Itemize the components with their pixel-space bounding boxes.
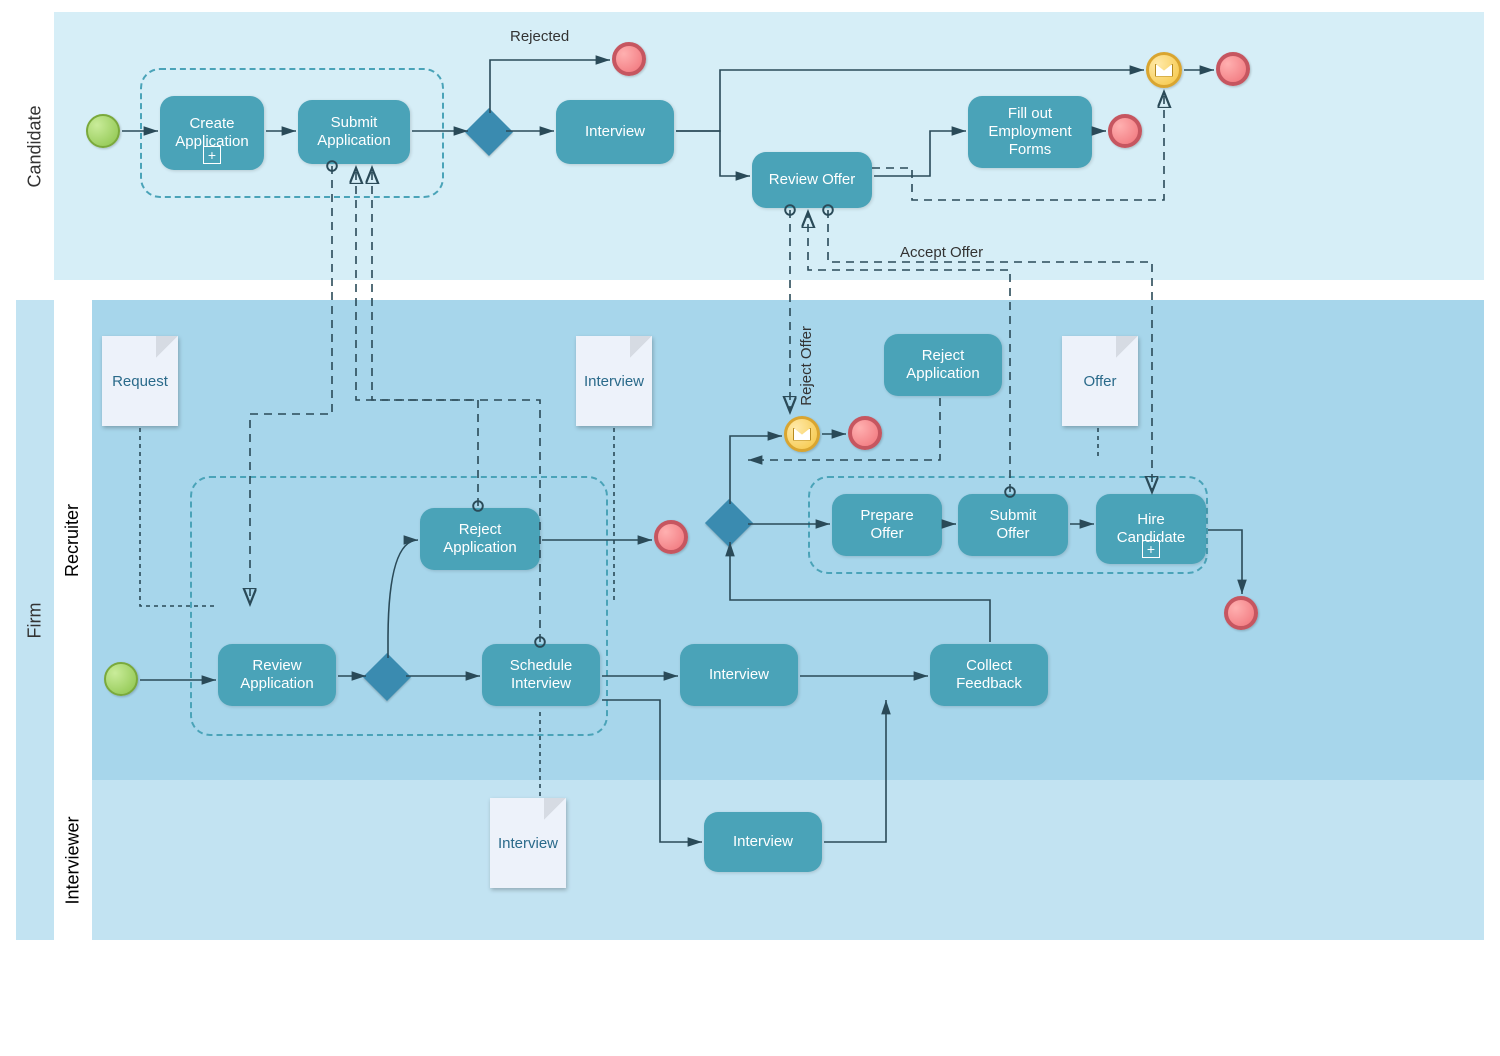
lane-label: Recruiter (63, 503, 84, 576)
pool-label: Firm (24, 602, 45, 638)
task-prepare-offer: Prepare Offer (832, 494, 942, 556)
task-create-application: Create Application (160, 96, 264, 170)
label-reject-offer: Reject Offer (798, 326, 815, 410)
task-collect-feedback: Collect Feedback (930, 644, 1048, 706)
start-event-candidate (86, 114, 120, 148)
task-hire-candidate: Hire Candidate (1096, 494, 1206, 564)
pool-header-firm: Firm (16, 300, 54, 940)
diagram-canvas: Candidate Firm Recruiter Interviewer Cre… (0, 0, 1500, 1056)
lane-label: Interviewer (63, 816, 84, 904)
data-object-request: Request (102, 336, 178, 426)
pool-label: Candidate (25, 105, 46, 187)
pool-header-candidate: Candidate (16, 12, 54, 280)
data-object-interview-top: Interview (576, 336, 652, 426)
lane-header-interviewer: Interviewer (54, 780, 92, 940)
end-event-hire (1224, 596, 1258, 630)
end-event-rejected (612, 42, 646, 76)
task-interview-interviewer: Interview (704, 812, 822, 872)
task-submit-application: Submit Application (298, 100, 410, 164)
end-event-msg-candidate (1216, 52, 1250, 86)
start-event-recruiter (104, 662, 138, 696)
lane-header-recruiter: Recruiter (54, 300, 92, 780)
task-review-offer: Review Offer (752, 152, 872, 208)
data-object-offer: Offer (1062, 336, 1138, 426)
end-event-reject-offer (848, 416, 882, 450)
end-event-reject-recruiter (654, 520, 688, 554)
task-reject-application-firm: Reject Application (884, 334, 1002, 396)
task-interview-recruiter: Interview (680, 644, 798, 706)
subprocess-marker-icon (203, 146, 221, 164)
data-object-interview-bottom: Interview (490, 798, 566, 888)
task-review-application: Review Application (218, 644, 336, 706)
label-rejected: Rejected (510, 28, 569, 45)
message-event-candidate (1146, 52, 1182, 88)
task-interview-candidate: Interview (556, 100, 674, 164)
task-fill-forms: Fill out Employment Forms (968, 96, 1092, 168)
end-event-forms (1108, 114, 1142, 148)
message-event-reject-offer (784, 416, 820, 452)
task-schedule-interview: Schedule Interview (482, 644, 600, 706)
subprocess-marker-icon (1142, 540, 1160, 558)
task-reject-application-recruiter: Reject Application (420, 508, 540, 570)
label-accept-offer: Accept Offer (900, 244, 983, 261)
task-submit-offer: Submit Offer (958, 494, 1068, 556)
